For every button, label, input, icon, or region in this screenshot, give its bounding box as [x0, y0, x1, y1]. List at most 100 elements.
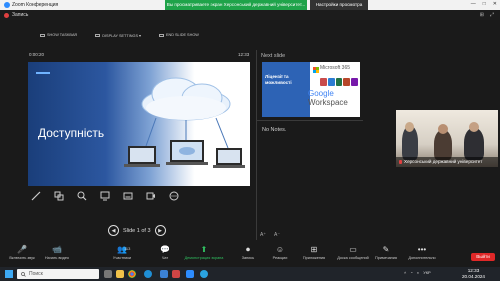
- taskbar-search[interactable]: Поиск: [17, 269, 99, 279]
- task-view-icon[interactable]: [104, 270, 112, 278]
- close-icon[interactable]: ✕: [493, 1, 497, 7]
- volume-icon[interactable]: ◖: [417, 270, 419, 275]
- view-settings-button[interactable]: Настройки просмотра: [310, 0, 368, 10]
- zoom-logo-icon: [4, 2, 10, 8]
- apps-button[interactable]: ⊞ Приложения: [296, 245, 332, 260]
- record-icon: ⏺: [246, 244, 250, 254]
- store-icon[interactable]: [160, 270, 168, 278]
- laser-icon[interactable]: [53, 190, 65, 202]
- chat-button[interactable]: 💬 Чат: [147, 245, 183, 260]
- prev-slide-button[interactable]: ◀: [108, 225, 119, 236]
- tray-chevron-icon[interactable]: ˄: [404, 270, 406, 275]
- control-label: Демонстрация экрана: [184, 256, 224, 260]
- control-label: Участники: [112, 256, 132, 260]
- participant-head: [405, 122, 414, 132]
- apps-icon: ⊞: [310, 245, 318, 254]
- next-slide-button[interactable]: ▶: [154, 225, 166, 236]
- show-taskbar-label: SHOW TASKBAR: [47, 33, 78, 37]
- control-label: Начать видео: [44, 256, 70, 260]
- participant-video[interactable]: Херсонський державний університет: [396, 110, 498, 167]
- control-label: Включить звук: [9, 256, 35, 260]
- language-indicator[interactable]: УКР: [423, 270, 431, 275]
- more-button[interactable]: ••• Дополнительно: [404, 245, 440, 260]
- reactions-button[interactable]: ☺ Реакции: [262, 245, 298, 260]
- file-explorer-icon[interactable]: [116, 270, 124, 278]
- speaker-notes: No Notes.: [262, 127, 287, 133]
- app-title: Zoom Конференция: [4, 2, 58, 8]
- fullscreen-icon[interactable]: ⤢: [490, 12, 494, 18]
- slide-counter: Slide 1 of 3: [123, 227, 151, 234]
- meeting-controls: 🎤 Включить звук 📹 Начать видео 👥 Участники 💬 Ча…: [0, 243, 500, 267]
- view-layout-icon[interactable]: ⊞: [480, 12, 484, 18]
- video-off-icon: 📹: [52, 245, 62, 254]
- view-controls: ⊞ ⤢: [480, 12, 494, 18]
- notes-button[interactable]: ✎ Примечания: [368, 245, 404, 260]
- maximize-icon[interactable]: □: [483, 1, 486, 7]
- control-label: Доска сообщений: [337, 256, 369, 260]
- record-label: Запись: [12, 12, 29, 18]
- google-workspace-label: Google Workspace: [308, 89, 360, 107]
- share-screen-button[interactable]: ⬆ Демонстрация экрана: [184, 245, 224, 260]
- zoom-taskbar-icon[interactable]: [186, 270, 194, 278]
- presenter-view: SHOW TASKBAR DISPLAY SETTINGS ▾ END SLID…: [28, 30, 253, 240]
- microphone-muted-icon: 🎤: [17, 245, 27, 254]
- system-tray: ˄ ◔ ◖ УКР: [404, 270, 431, 275]
- participants-button[interactable]: 👥 Участники: [104, 245, 140, 260]
- display-settings-button[interactable]: DISPLAY SETTINGS ▾: [95, 33, 141, 38]
- next-slide-text: Ліцензії та можливості: [265, 74, 292, 85]
- chrome-icon[interactable]: [128, 270, 136, 278]
- control-label: Примечания: [375, 256, 397, 260]
- video-off-button[interactable]: 📹 Начать видео: [39, 245, 75, 260]
- next-slide-left-panel: [262, 62, 310, 117]
- minimize-icon[interactable]: —: [471, 1, 476, 7]
- more-options-icon[interactable]: [168, 190, 180, 202]
- control-label: Дополнительно: [408, 256, 436, 260]
- decrease-font-button[interactable]: A⁻: [274, 232, 280, 238]
- pen-tool-icon[interactable]: [30, 190, 42, 202]
- end-slide-show-button[interactable]: END SLIDE SHOW: [158, 33, 199, 37]
- cloud-computing-illustration: [124, 77, 245, 168]
- whiteboard-button[interactable]: ▭ Доска сообщений: [335, 245, 371, 260]
- control-label: Приложения: [302, 256, 326, 260]
- panel-divider[interactable]: [256, 50, 257, 240]
- next-slide-label: Next slide: [261, 53, 286, 59]
- office-apps-icons: [320, 78, 358, 86]
- app-icon[interactable]: [172, 270, 180, 278]
- camera-icon[interactable]: [145, 190, 157, 202]
- next-slide-thumbnail[interactable]: Ліцензії та можливості Microsoft 365 Goo…: [262, 62, 360, 117]
- telegram-icon[interactable]: [200, 270, 208, 278]
- recording-indicator[interactable]: Запись: [4, 12, 28, 18]
- recording-bar: Запись ⊞ ⤢: [0, 10, 500, 20]
- whiteboard-icon: ▭: [349, 245, 357, 254]
- window-controls: — □ ✕: [471, 1, 497, 7]
- screen-icon[interactable]: [99, 190, 111, 202]
- search-placeholder: Поиск: [29, 271, 43, 277]
- microsoft-logo-icon: [313, 67, 319, 73]
- search-icon: [21, 271, 26, 277]
- control-label: Реакции: [272, 256, 288, 260]
- muted-mic-icon: [399, 159, 402, 164]
- zoom-icon[interactable]: [76, 190, 88, 202]
- record-button[interactable]: ⏺ Запись: [230, 244, 266, 261]
- end-show-icon: [158, 33, 164, 37]
- subtitles-icon[interactable]: [122, 190, 134, 202]
- increase-font-button[interactable]: A⁺: [260, 232, 266, 238]
- taskbar-clock[interactable]: 12:33 20.04.2024: [462, 268, 485, 280]
- participant-person: [464, 128, 484, 160]
- current-slide[interactable]: Доступність: [28, 62, 250, 186]
- show-taskbar-button[interactable]: SHOW TASKBAR: [40, 33, 77, 37]
- network-icon[interactable]: ◔: [410, 270, 412, 275]
- participant-person: [434, 130, 452, 160]
- microphone-muted-button[interactable]: 🎤 Включить звук: [4, 245, 40, 260]
- start-button[interactable]: [5, 270, 13, 278]
- slide-accent-bar: [36, 72, 50, 74]
- share-screen-icon: ⬆: [200, 245, 208, 254]
- slide-navigation: ◀ Slide 1 of 3 ▶: [108, 225, 166, 236]
- reactions-icon: ☺: [275, 245, 285, 254]
- control-label: Чат: [161, 256, 169, 260]
- edge-icon[interactable]: [144, 270, 152, 278]
- leave-meeting-button[interactable]: Выйти: [471, 253, 495, 261]
- control-label: Запись: [241, 256, 255, 260]
- more-icon: •••: [417, 245, 427, 254]
- end-slide-show-label: END SLIDE SHOW: [165, 33, 199, 37]
